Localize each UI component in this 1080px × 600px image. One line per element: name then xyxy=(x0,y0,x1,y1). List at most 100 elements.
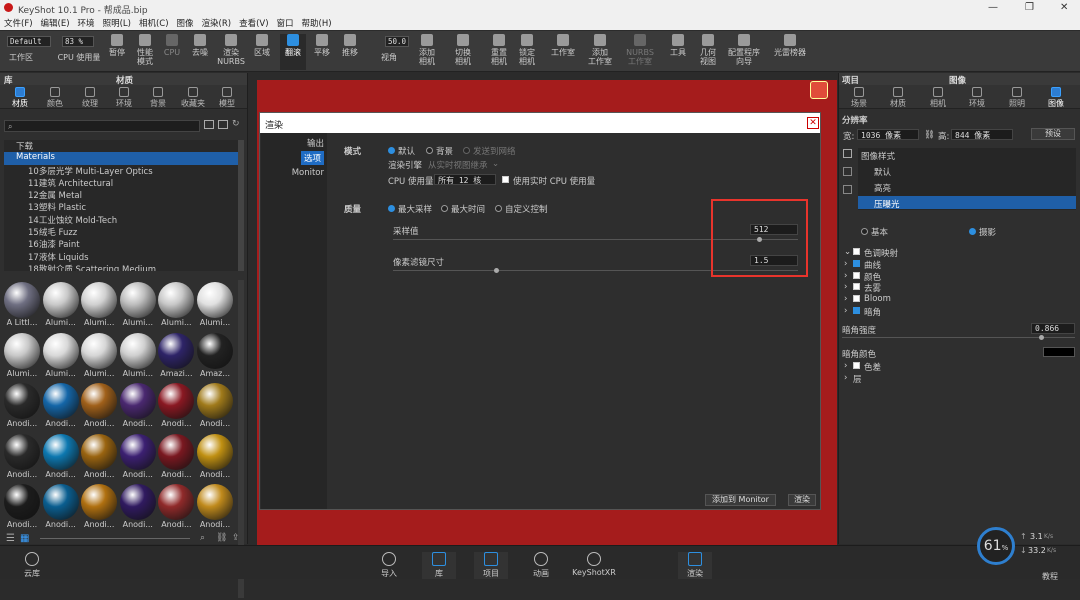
realtime-cpu-checkbox[interactable] xyxy=(502,176,509,183)
link-icon[interactable]: ⛓ xyxy=(216,533,227,543)
toolbar-configurator-wizard[interactable]: 配置程序 向导 xyxy=(724,34,764,70)
tab-environments[interactable]: 环境 xyxy=(109,87,139,109)
material-thumbnail[interactable]: Anodi... xyxy=(119,433,156,483)
close-window-button[interactable]: ✕ xyxy=(1060,2,1068,13)
render-status-button[interactable]: 渲染 xyxy=(678,552,712,579)
style-item[interactable]: 默认 xyxy=(874,166,891,178)
material-thumbnail[interactable]: Anodi... xyxy=(81,433,118,483)
toolbar-switch-camera[interactable]: 切换 相机 xyxy=(450,34,476,70)
tree-item[interactable]: 11建筑 Architectural xyxy=(4,177,240,189)
toolbar-tools[interactable]: 工具 xyxy=(666,34,690,70)
expand-icon[interactable]: › xyxy=(844,282,847,292)
mode-background-radio[interactable] xyxy=(426,147,433,154)
effect-checkbox[interactable] xyxy=(853,295,860,303)
menu-edit[interactable]: 编辑(E) xyxy=(37,16,74,30)
material-thumbnail[interactable]: Alumi... xyxy=(119,332,156,382)
vignette-strength-input[interactable]: 0.866 xyxy=(1031,323,1075,334)
material-thumbnail[interactable]: Anodi... xyxy=(158,383,195,432)
tree-item[interactable]: 13塑料 Plastic xyxy=(4,201,240,213)
duplicate-style-icon[interactable] xyxy=(843,167,852,176)
render-button[interactable]: 渲染 xyxy=(788,494,816,506)
material-thumbnail[interactable]: Anodi... xyxy=(197,383,233,432)
tree-item[interactable]: 17液体 Liquids xyxy=(4,251,240,263)
material-thumbnail[interactable]: Alumi... xyxy=(42,332,79,382)
folder-open-icon[interactable] xyxy=(218,120,228,129)
toolbar-add-camera[interactable]: 添加 相机 xyxy=(414,34,440,70)
toolbar-performance-mode[interactable]: 性能 模式 xyxy=(133,34,157,70)
list-view-icon[interactable]: ☰ xyxy=(6,533,15,544)
resolution-value[interactable]: 50.0 xyxy=(385,36,409,47)
effect-checkbox[interactable] xyxy=(853,248,860,255)
library-button[interactable]: 库 xyxy=(422,552,456,579)
material-thumbnail[interactable]: Alumi... xyxy=(158,282,195,331)
sidebar-item-output[interactable]: 输出 xyxy=(307,137,324,149)
expand-icon[interactable]: › xyxy=(844,306,847,316)
toolbar-denoise[interactable]: 去噪 xyxy=(188,34,212,70)
material-thumbnail[interactable]: A Littl... xyxy=(4,282,40,331)
material-thumbnail[interactable]: Alumi... xyxy=(42,282,79,331)
chromatic-aberration-checkbox[interactable] xyxy=(853,362,860,369)
tab-environment[interactable]: 环境 xyxy=(962,87,992,109)
sidebar-item-monitor[interactable]: Monitor xyxy=(292,168,324,178)
vignette-strength-knob[interactable] xyxy=(1039,335,1044,340)
library-search-input[interactable]: ⌕ xyxy=(4,120,200,132)
effect-checkbox[interactable] xyxy=(853,259,860,267)
menu-render[interactable]: 渲染(R) xyxy=(198,16,236,30)
toolbar-nurbs-studio[interactable]: NURBS 工作室 xyxy=(624,34,656,70)
project-button[interactable]: 项目 xyxy=(474,552,508,579)
expand-icon[interactable]: › xyxy=(844,294,847,304)
toolbar-geometry-view[interactable]: 几何 视图 xyxy=(694,34,722,70)
delete-style-icon[interactable] xyxy=(843,185,852,194)
link-aspect-icon[interactable]: ⛓ xyxy=(924,130,935,140)
grid-view-icon[interactable]: ▦ xyxy=(20,533,29,544)
tab-models[interactable]: 模型 xyxy=(212,87,242,109)
tree-item[interactable]: 16油漆 Paint xyxy=(4,238,240,250)
material-thumbnail[interactable]: Anodi... xyxy=(81,484,118,533)
toolbar-light-manager[interactable]: 光雷榜器 xyxy=(770,34,810,70)
sidebar-item-options[interactable]: 选项 xyxy=(300,151,324,165)
toolbar-reset-camera[interactable]: 重置 相机 xyxy=(486,34,512,70)
import-button[interactable]: 导入 xyxy=(372,552,406,579)
material-thumbnail[interactable]: Alumi... xyxy=(81,282,118,331)
menu-camera[interactable]: 相机(C) xyxy=(135,16,173,30)
toolbar-region[interactable]: 区域 xyxy=(250,34,274,70)
mode-basic-radio[interactable] xyxy=(861,228,868,235)
expand-icon[interactable]: › xyxy=(844,361,847,371)
thumb-size-slider[interactable] xyxy=(40,538,190,539)
mode-photo-radio[interactable] xyxy=(969,228,976,235)
tab-colors[interactable]: 颜色 xyxy=(40,87,70,109)
menu-window[interactable]: 窗口 xyxy=(273,16,298,30)
expand-icon[interactable]: ⌄ xyxy=(844,247,851,257)
material-thumbnail[interactable]: Anodi... xyxy=(119,484,156,533)
material-thumbnail[interactable]: Amaz... xyxy=(197,332,233,382)
menu-help[interactable]: 帮助(H) xyxy=(298,16,336,30)
toolbar-cpu[interactable]: CPU xyxy=(160,34,184,70)
toolbar-pause[interactable]: 暂停 xyxy=(105,34,129,70)
tab-scene[interactable]: 场景 xyxy=(844,87,874,109)
quality-max-time-radio[interactable] xyxy=(441,205,448,212)
tab-materials[interactable]: 材质 xyxy=(5,87,35,109)
maximize-button[interactable]: ❐ xyxy=(1025,2,1034,13)
effect-checkbox[interactable] xyxy=(853,307,860,314)
tree-item[interactable]: Materials xyxy=(4,152,240,165)
tab-backgrounds[interactable]: 背景 xyxy=(143,87,173,109)
menu-view[interactable]: 查看(V) xyxy=(235,16,272,30)
vignette-color-swatch[interactable] xyxy=(1043,347,1075,357)
height-input[interactable]: 844 像素 xyxy=(951,129,1013,140)
tree-item[interactable]: 10多层光学 Multi-Layer Optics xyxy=(4,165,240,177)
toolbar-lock-camera[interactable]: 锁定 相机 xyxy=(514,34,540,70)
material-thumbnail[interactable]: Anodi... xyxy=(158,484,195,533)
tree-item[interactable]: 12金属 Metal xyxy=(4,189,240,201)
material-thumbnail[interactable]: Anodi... xyxy=(42,383,79,432)
mode-default-radio[interactable] xyxy=(388,147,395,154)
expand-icon[interactable]: › xyxy=(844,259,847,269)
export-icon[interactable]: ⇪ xyxy=(232,533,240,543)
effect-checkbox[interactable] xyxy=(853,283,860,291)
material-thumbnail[interactable]: Anodi... xyxy=(81,383,118,432)
tab-lighting[interactable]: 照明 xyxy=(1002,87,1032,109)
expand-icon[interactable]: › xyxy=(844,271,847,281)
toolbar-tumble[interactable]: 翻滚 xyxy=(280,34,306,70)
engine-dropdown-icon[interactable]: ⌄ xyxy=(492,159,499,169)
menu-image[interactable]: 图像 xyxy=(173,16,198,30)
toolbar-pan[interactable]: 平移 xyxy=(310,34,334,70)
